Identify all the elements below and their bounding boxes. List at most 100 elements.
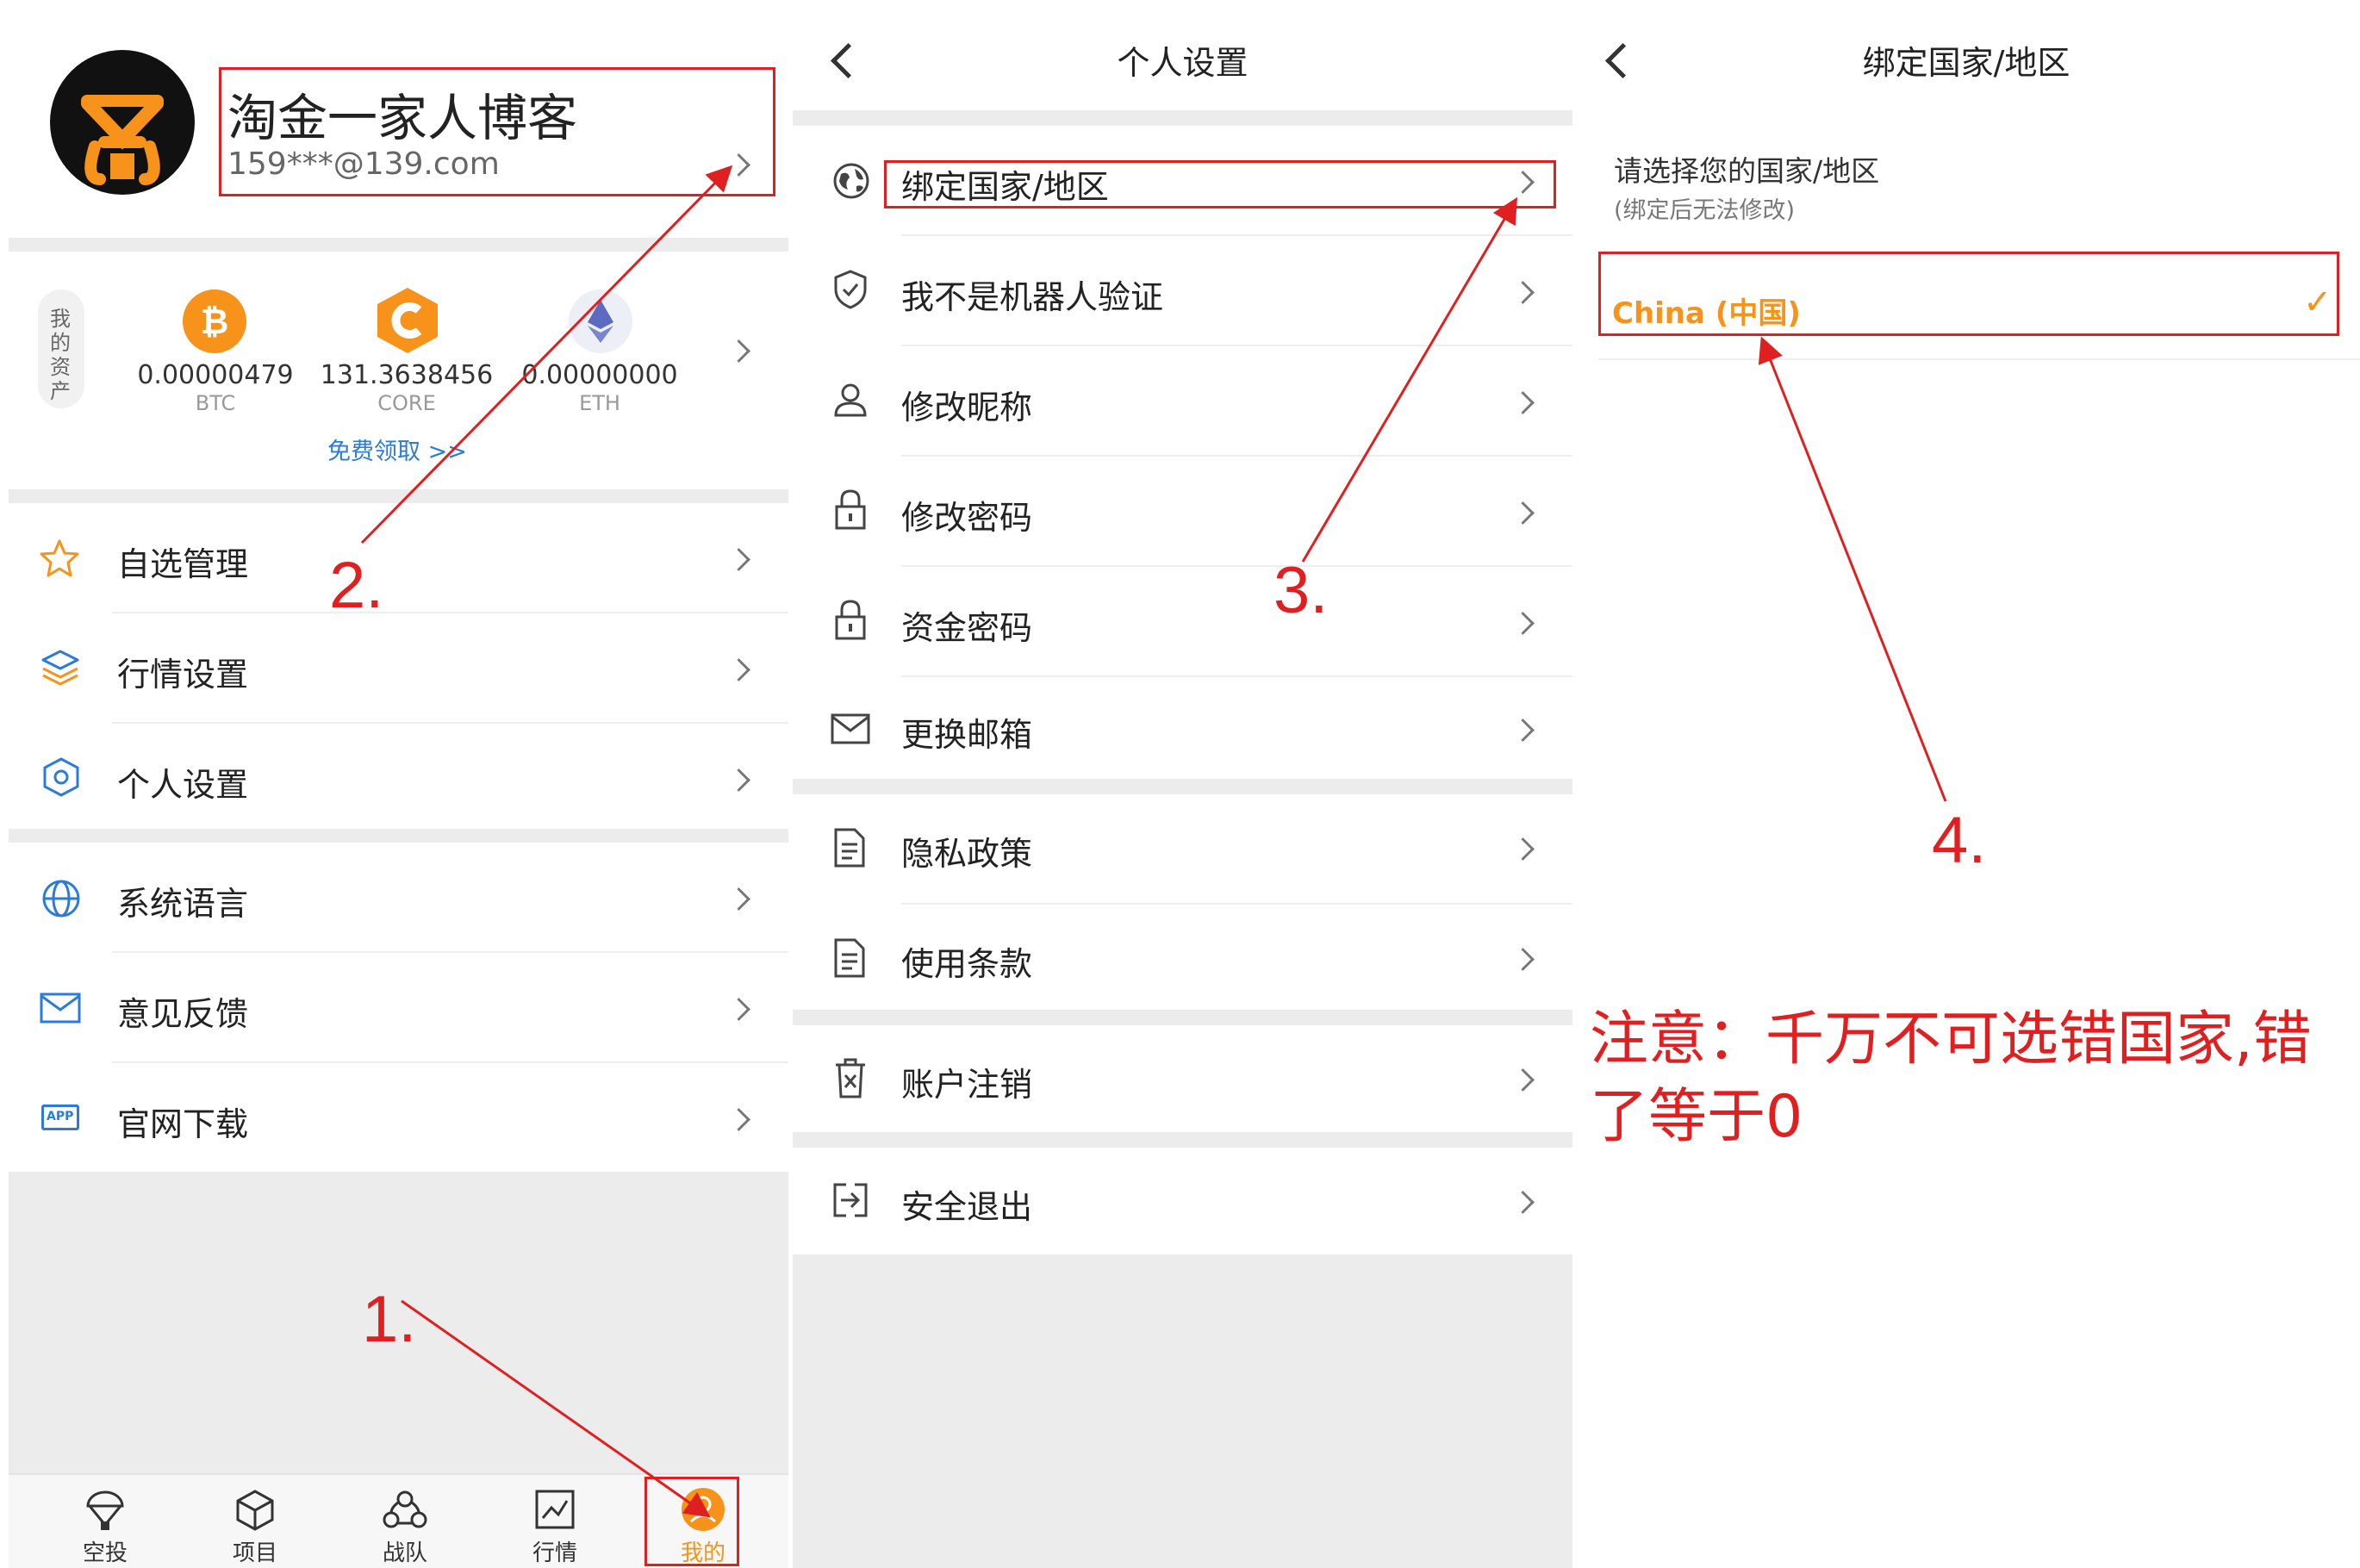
nav-airdrop[interactable]: 空投 [45, 1487, 165, 1566]
settings-item-label: 修改密码 [901, 499, 1033, 537]
cube-icon [236, 1490, 274, 1531]
chevron-right-icon [1511, 281, 1535, 304]
menu-item-market-settings[interactable]: 行情设置 [9, 613, 788, 722]
menu-item-label: 意见反馈 [117, 995, 249, 1033]
assets-chevron-icon[interactable] [727, 339, 750, 363]
globe-filled-icon [833, 163, 869, 199]
warning-text-line1: 注意：千万不可选错国家,错 [1590, 1005, 2312, 1073]
step-label-2: 2. [329, 549, 384, 622]
team-icon [383, 1490, 427, 1528]
chevron-right-icon [727, 548, 750, 571]
layers-icon [41, 650, 79, 686]
parachute-icon [86, 1490, 124, 1530]
menu-item-label: 官网下载 [117, 1105, 249, 1143]
divider [793, 1132, 1572, 1148]
menu-item-label: 自选管理 [117, 545, 249, 583]
eth-symbol: ETH [579, 391, 620, 415]
chevron-right-icon [1511, 1068, 1535, 1092]
lock-icon [835, 600, 866, 640]
settings-item-terms[interactable]: 使用条款 [793, 905, 1572, 1010]
settings-item-captcha[interactable]: 我不是机器人验证 [793, 236, 1572, 345]
settings-item-logout[interactable]: 安全退出 [793, 1148, 1572, 1254]
star-icon [40, 539, 79, 577]
annotation-box-china [1598, 252, 2339, 336]
country-prompt: 请选择您的国家/地区 [1614, 154, 1880, 188]
chevron-right-icon [1511, 1191, 1535, 1214]
settings-item-privacy[interactable]: 隐私政策 [793, 794, 1572, 903]
menu-item-watchlist[interactable]: 自选管理 [9, 503, 788, 612]
chevron-right-icon [1511, 391, 1535, 414]
divider [9, 489, 788, 503]
personal-settings-panel: 个人设置 绑定国家/地区 我不是机器人验证 修改昵称 修改密码 资金密码 更换邮… [793, 0, 1572, 1568]
divider [9, 238, 788, 252]
chevron-right-icon [727, 998, 750, 1021]
bind-country-panel: 绑定国家/地区 请选择您的国家/地区 (绑定后无法修改) China (中国) … [1572, 0, 2360, 1568]
menu-item-label: 个人设置 [117, 766, 249, 804]
settings-item-delete-account[interactable]: 账户注销 [793, 1025, 1572, 1132]
document-icon [834, 938, 865, 978]
page-title: 个人设置 [1117, 44, 1248, 82]
divider [793, 779, 1572, 794]
logo-icon [81, 95, 164, 185]
app-icon-text: APP [47, 1110, 74, 1123]
settings-item-label: 修改昵称 [901, 389, 1033, 426]
chevron-right-icon [1511, 612, 1535, 635]
assets-tag-char: 产 [50, 379, 71, 403]
chart-line-icon [535, 1490, 575, 1529]
empty-area [793, 1254, 1572, 1568]
chevron-right-icon [727, 1108, 750, 1131]
settings-item-change-password[interactable]: 修改密码 [793, 457, 1572, 565]
nav-market[interactable]: 行情 [495, 1487, 615, 1566]
settings-item-change-email[interactable]: 更换邮箱 [793, 677, 1572, 779]
step-label-1: 1. [362, 1283, 417, 1356]
annotation-box-me-tab [644, 1477, 739, 1566]
chevron-right-icon [727, 768, 750, 792]
core-symbol: CORE [377, 391, 436, 415]
mail-icon [831, 713, 870, 744]
chevron-right-icon [727, 658, 750, 681]
core-value: 131.3638456 [320, 360, 494, 390]
settings-item-nickname[interactable]: 修改昵称 [793, 346, 1572, 455]
my-assets-tag[interactable]: 我 的 资 产 [38, 289, 84, 408]
lock-icon [835, 489, 866, 530]
settings-item-fund-password[interactable]: 资金密码 [793, 567, 1572, 675]
hexagon-settings-icon [43, 757, 79, 797]
btc-icon: ₿ [183, 289, 246, 353]
menu-item-personal-settings[interactable]: 个人设置 [9, 724, 788, 829]
app-icon: APP [41, 1104, 79, 1130]
menu-item-language[interactable]: 系统语言 [9, 843, 788, 951]
trash-icon [836, 1058, 865, 1098]
nav-label: 战队 [382, 1540, 427, 1566]
nav-label: 行情 [532, 1540, 577, 1566]
settings-item-label: 账户注销 [901, 1066, 1033, 1104]
step-label-4: 4. [1932, 804, 1987, 877]
step-label-3: 3. [1273, 554, 1329, 627]
annotation-box-bind-country [884, 160, 1556, 208]
nav-projects[interactable]: 项目 [195, 1487, 315, 1566]
country-note: (绑定后无法修改) [1614, 197, 1796, 224]
menu-item-feedback[interactable]: 意见反馈 [9, 953, 788, 1061]
chevron-right-icon [1511, 719, 1535, 742]
menu-item-official-download[interactable]: APP 官网下载 [9, 1063, 788, 1172]
chevron-right-icon [727, 887, 750, 911]
avatar[interactable] [50, 50, 195, 195]
settings-item-label: 更换邮箱 [901, 716, 1033, 754]
document-icon [834, 828, 865, 868]
divider [793, 1010, 1572, 1025]
logout-icon [833, 1183, 868, 1217]
globe-icon [42, 880, 80, 918]
divider [9, 829, 788, 843]
settings-item-label: 安全退出 [901, 1188, 1033, 1226]
shield-check-icon [834, 270, 867, 309]
eth-value: 0.00000000 [521, 360, 678, 390]
settings-item-label: 资金密码 [901, 609, 1033, 647]
settings-item-label: 使用条款 [901, 945, 1033, 983]
annotation-box-profile [219, 67, 775, 196]
core-icon [377, 288, 438, 353]
btc-symbol: BTC [195, 391, 236, 415]
free-claim-link[interactable]: 免费领取 >> [327, 432, 467, 466]
chevron-right-icon [1511, 837, 1535, 861]
warning-text-line2: 了等于0 [1590, 1083, 1803, 1151]
nav-team[interactable]: 战队 [345, 1487, 465, 1566]
svg-text:₿: ₿ [201, 302, 229, 342]
